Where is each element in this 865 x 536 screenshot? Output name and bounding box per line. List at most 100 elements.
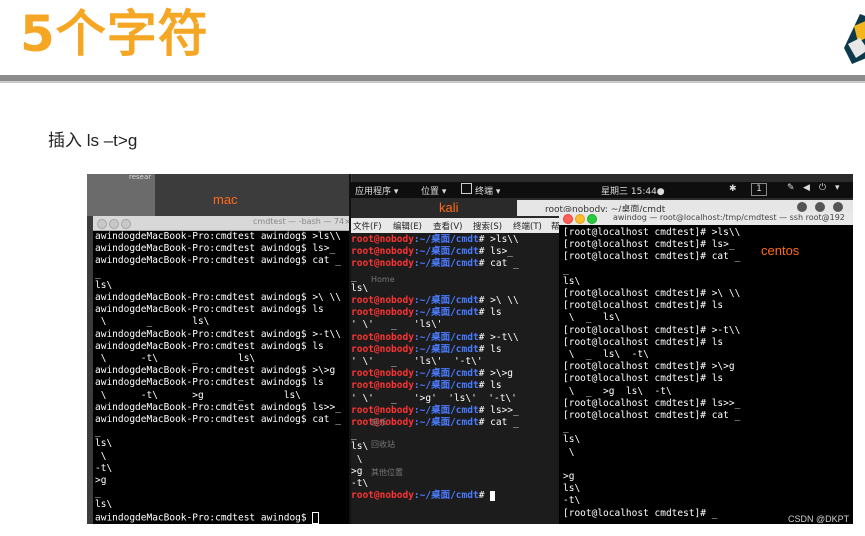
close-button[interactable] bbox=[97, 219, 107, 229]
mac-terminal-output: awindogdeMacBook-Pro:cmdtest awindog$ >l… bbox=[95, 231, 341, 524]
terminal-line: ls\ bbox=[563, 483, 581, 495]
terminal-line: >g bbox=[563, 471, 575, 483]
accessibility-icon[interactable]: ✱ bbox=[729, 184, 737, 194]
terminal-line: [root@localhost cmdtest]# >-t\\ bbox=[563, 324, 741, 336]
terminal-line: _ bbox=[95, 426, 101, 438]
terminal-line: \ _ ls\ -t\ bbox=[563, 349, 649, 361]
terminal-line: ls\ bbox=[563, 434, 581, 446]
menu-search[interactable]: 搜索(S) bbox=[473, 220, 502, 232]
terminal-icon bbox=[461, 183, 472, 194]
terminal-line: ls\ bbox=[351, 282, 369, 294]
terminal-line: [root@localhost cmdtest]# cat _ bbox=[563, 251, 741, 263]
terminal-line: root@nobody:~/桌面/cmdt# ls bbox=[351, 343, 502, 355]
terminal-line: \ -t\ >g _ ls\ bbox=[95, 389, 301, 401]
window-divider bbox=[349, 174, 351, 524]
terminal-line: [root@localhost cmdtest]# >ls\\ bbox=[563, 227, 741, 238]
terminal-line: _ bbox=[95, 267, 101, 279]
terminal-line: \ bbox=[351, 453, 363, 465]
minimize-button[interactable] bbox=[575, 214, 585, 224]
pen-icon[interactable]: ✎ bbox=[787, 183, 795, 193]
terminal-line: awindogdeMacBook-Pro:cmdtest awindog$ >l… bbox=[95, 231, 341, 242]
gnome-top-bar: 应用程序 ▾ 位置 ▾ 终端 ▾ 星期三 15:44● ✱ 1 ✎ ◀ ⏻ ▾ bbox=[349, 182, 853, 198]
terminal-line: [root@localhost cmdtest]# >\>g bbox=[563, 361, 735, 373]
terminal-line: _ bbox=[563, 422, 569, 434]
mac-terminal[interactable]: awindogdeMacBook-Pro:cmdtest awindog$ >l… bbox=[93, 231, 352, 524]
terminal-line: awindogdeMacBook-Pro:cmdtest awindog$ >-… bbox=[95, 328, 341, 340]
terminal-line: -t\ bbox=[351, 478, 369, 490]
zoom-button[interactable] bbox=[121, 219, 131, 229]
mac-label: mac bbox=[213, 192, 238, 207]
slide-subtitle: 插入 ls –t>g bbox=[48, 131, 138, 150]
terminal-line: awindogdeMacBook-Pro:cmdtest awindog$ ls bbox=[95, 377, 324, 389]
terminal-line: awindogdeMacBook-Pro:cmdtest awindog$ ls… bbox=[95, 243, 336, 255]
terminal-line: [root@localhost cmdtest]# ls>>_ bbox=[563, 397, 741, 409]
menu-view[interactable]: 查看(V) bbox=[433, 220, 462, 232]
close-icon[interactable] bbox=[833, 202, 843, 212]
centos-window-title: awindog — root@localhost:/tmp/cmdtest — … bbox=[613, 213, 845, 222]
maximize-icon[interactable] bbox=[815, 202, 825, 212]
mac-window-titlebar[interactable]: cmdtest — -bash — 74×2 bbox=[93, 216, 356, 231]
terminal-menu[interactable]: 终端 ▾ bbox=[475, 184, 500, 197]
terminal-line: root@nobody:~/桌面/cmdt# ls>_ bbox=[351, 246, 514, 258]
terminal-line: [root@localhost cmdtest]# ls bbox=[563, 300, 724, 312]
terminal-line: awindogdeMacBook-Pro:cmdtest awindog$ ca… bbox=[95, 414, 341, 426]
terminal-line: _ bbox=[563, 263, 569, 275]
kali-menubar: 文件(F) 编辑(E) 查看(V) 搜索(S) 终端(T) 帮 bbox=[349, 218, 564, 233]
ghost-home: Home bbox=[371, 275, 395, 284]
mac-desktop-photo: resear bbox=[87, 174, 155, 216]
terminal-line: root@nobody:~/桌面/cmdt# cat _ bbox=[351, 258, 519, 270]
centos-terminal[interactable]: [root@localhost cmdtest]# >ls\\ [root@loc… bbox=[559, 225, 853, 524]
places-menu[interactable]: 位置 ▾ bbox=[421, 184, 446, 197]
volume-icon[interactable]: ◀ bbox=[803, 183, 810, 193]
terminal-line: [root@localhost cmdtest]# ls bbox=[563, 336, 724, 348]
terminal-line: [root@localhost cmdtest]# ls>_ bbox=[563, 239, 735, 251]
menu-edit[interactable]: 编辑(E) bbox=[393, 220, 422, 232]
terminal-line: awindogdeMacBook-Pro:cmdtest awindog$ >\… bbox=[95, 365, 336, 377]
terminal-line: [root@localhost cmdtest]# >\ \\ bbox=[563, 288, 741, 300]
terminal-line: ' \' _ 'ls\' '-t\' bbox=[351, 356, 483, 368]
terminal-line: \ -t\ _ ls\ bbox=[95, 353, 256, 365]
terminal-line: awindogdeMacBook-Pro:cmdtest awindog$ ls bbox=[95, 340, 324, 352]
terminal-line: ' \' _ '>g' 'ls\' '-t\' bbox=[351, 392, 517, 404]
chevron-down-icon[interactable]: ▾ bbox=[835, 183, 840, 193]
applications-menu[interactable]: 应用程序 ▾ bbox=[355, 184, 398, 197]
clock[interactable]: 星期三 15:44● bbox=[601, 184, 665, 197]
terminal-prompt-line: awindogdeMacBook-Pro:cmdtest awindog$ bbox=[95, 511, 341, 524]
terminal-line: \ bbox=[563, 446, 575, 458]
ghost-trash: 回收站 bbox=[371, 440, 395, 449]
close-button[interactable] bbox=[563, 214, 573, 224]
terminal-line: \ bbox=[95, 450, 107, 462]
slide-title: 5个字符 bbox=[20, 5, 209, 63]
terminal-line: awindogdeMacBook-Pro:cmdtest awindog$ >\… bbox=[95, 292, 341, 304]
terminal-screenshot: resear mac cmdtest — -bash — 74×2 awindo… bbox=[87, 174, 853, 524]
terminal-line: -t\ bbox=[95, 462, 113, 474]
mac-desktop-text: resear bbox=[129, 174, 152, 181]
centos-window-titlebar[interactable]: awindog — root@localhost:/tmp/cmdtest — … bbox=[559, 212, 853, 226]
zoom-button[interactable] bbox=[587, 214, 597, 224]
terminal-line: ls\ bbox=[95, 499, 113, 511]
terminal-line: [root@localhost cmdtest]# ls bbox=[563, 373, 724, 385]
minimize-button[interactable] bbox=[109, 219, 119, 229]
centos-terminal-output: [root@localhost cmdtest]# >ls\\ [root@loc… bbox=[563, 227, 740, 520]
terminal-line: \ _ ls\ bbox=[95, 316, 210, 328]
kali-label: kali bbox=[439, 200, 459, 215]
watermark: CSDN @DKPT bbox=[788, 514, 850, 524]
power-icon[interactable]: ⏻ bbox=[819, 183, 826, 193]
terminal-line: awindogdeMacBook-Pro:cmdtest awindog$ ls bbox=[95, 304, 324, 316]
terminal-line: awindogdeMacBook-Pro:cmdtest awindog$ ls… bbox=[95, 401, 341, 413]
kali-terminal[interactable]: root@nobody:~/桌面/cmdt# >ls\\ root@nobody:… bbox=[349, 233, 564, 524]
ghost-music: 音乐 bbox=[371, 418, 387, 427]
terminal-line: [root@localhost cmdtest]# _ bbox=[563, 507, 718, 519]
cursor bbox=[312, 511, 320, 524]
header-divider-light bbox=[0, 81, 865, 83]
menu-file[interactable]: 文件(F) bbox=[353, 220, 382, 232]
menu-terminal[interactable]: 终端(T) bbox=[513, 220, 542, 232]
cursor bbox=[490, 490, 496, 501]
workspace-indicator[interactable]: 1 bbox=[751, 183, 767, 196]
ghost-other: 其他位置 bbox=[371, 468, 403, 477]
terminal-line: awindogdeMacBook-Pro:cmdtest awindog$ ca… bbox=[95, 255, 341, 267]
minimize-icon[interactable] bbox=[797, 202, 807, 212]
terminal-line: root@nobody:~/桌面/cmdt# >\ \\ bbox=[351, 295, 519, 307]
logo-icon bbox=[838, 8, 865, 66]
